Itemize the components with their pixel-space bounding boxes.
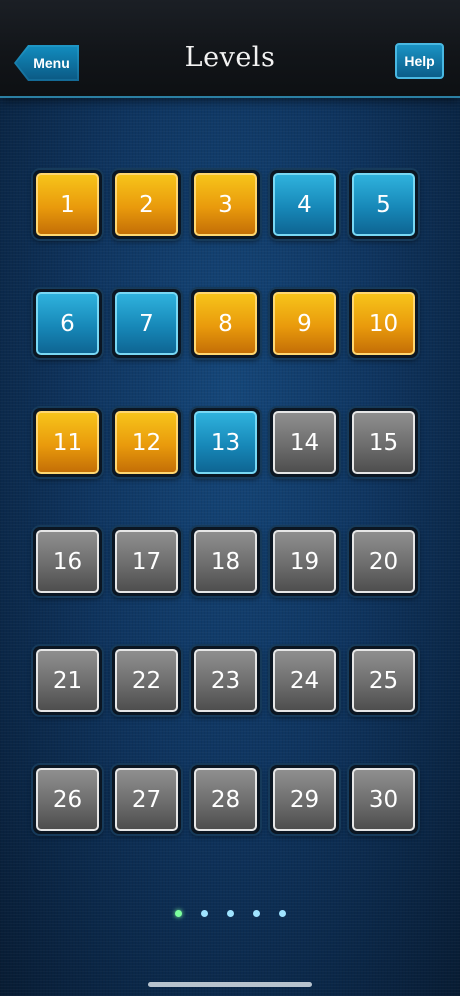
page-title: Levels	[184, 42, 276, 73]
level-tile[interactable]: 30	[349, 765, 418, 834]
level-number: 23	[194, 649, 257, 712]
level-tile[interactable]: 5	[349, 170, 418, 239]
level-tile[interactable]: 21	[33, 646, 102, 715]
level-tile[interactable]: 25	[349, 646, 418, 715]
level-number: 28	[194, 768, 257, 831]
level-tile[interactable]: 6	[33, 289, 102, 358]
level-number: 3	[194, 173, 257, 236]
level-number: 27	[115, 768, 178, 831]
level-number: 30	[352, 768, 415, 831]
level-tile[interactable]: 20	[349, 527, 418, 596]
level-number: 9	[273, 292, 336, 355]
page-dot[interactable]	[226, 910, 234, 917]
level-tile[interactable]: 9	[270, 289, 339, 358]
level-tile[interactable]: 2	[112, 170, 181, 239]
level-tile[interactable]: 3	[191, 170, 260, 239]
help-button[interactable]: Help	[395, 43, 444, 79]
level-tile[interactable]: 10	[349, 289, 418, 358]
level-number: 22	[115, 649, 178, 712]
level-tile[interactable]: 11	[33, 408, 102, 477]
level-number: 11	[36, 411, 99, 474]
level-number: 1	[36, 173, 99, 236]
level-number: 15	[352, 411, 415, 474]
level-number: 17	[115, 530, 178, 593]
level-number: 7	[115, 292, 178, 355]
level-tile[interactable]: 24	[270, 646, 339, 715]
page-dot[interactable]	[200, 910, 208, 917]
level-tile[interactable]: 15	[349, 408, 418, 477]
level-number: 24	[273, 649, 336, 712]
page-dot[interactable]	[174, 910, 182, 917]
level-tile[interactable]: 4	[270, 170, 339, 239]
level-tile[interactable]: 13	[191, 408, 260, 477]
level-number: 4	[273, 173, 336, 236]
level-number: 21	[36, 649, 99, 712]
level-number: 29	[273, 768, 336, 831]
top-bar: Menu Levels Help	[0, 0, 460, 98]
page-indicator	[0, 910, 460, 920]
level-tile[interactable]: 1	[33, 170, 102, 239]
level-grid: 1 2 3 4 5 6 7 8 9 10 11 12 13 14 15 16 17 18 19 20 21 22 23 24 2…	[33, 170, 427, 842]
level-number: 8	[194, 292, 257, 355]
level-number: 26	[36, 768, 99, 831]
level-tile[interactable]: 16	[33, 527, 102, 596]
level-number: 2	[115, 173, 178, 236]
level-tile[interactable]: 17	[112, 527, 181, 596]
level-tile[interactable]: 22	[112, 646, 181, 715]
level-number: 19	[273, 530, 336, 593]
level-tile[interactable]: 18	[191, 527, 260, 596]
level-tile[interactable]: 29	[270, 765, 339, 834]
level-tile[interactable]: 14	[270, 408, 339, 477]
level-tile[interactable]: 26	[33, 765, 102, 834]
level-number: 18	[194, 530, 257, 593]
help-button-label: Help	[404, 53, 435, 69]
level-tile[interactable]: 28	[191, 765, 260, 834]
page-dot[interactable]	[252, 910, 260, 917]
level-number: 12	[115, 411, 178, 474]
level-number: 25	[352, 649, 415, 712]
level-tile[interactable]: 27	[112, 765, 181, 834]
level-tile[interactable]: 12	[112, 408, 181, 477]
page-dot[interactable]	[278, 910, 286, 917]
level-number: 20	[352, 530, 415, 593]
level-number: 6	[36, 292, 99, 355]
level-tile[interactable]: 7	[112, 289, 181, 358]
home-indicator	[148, 982, 312, 987]
level-number: 10	[352, 292, 415, 355]
level-tile[interactable]: 19	[270, 527, 339, 596]
level-number: 5	[352, 173, 415, 236]
level-tile[interactable]: 23	[191, 646, 260, 715]
level-tile[interactable]: 8	[191, 289, 260, 358]
level-number: 16	[36, 530, 99, 593]
level-number: 14	[273, 411, 336, 474]
level-number: 13	[194, 411, 257, 474]
